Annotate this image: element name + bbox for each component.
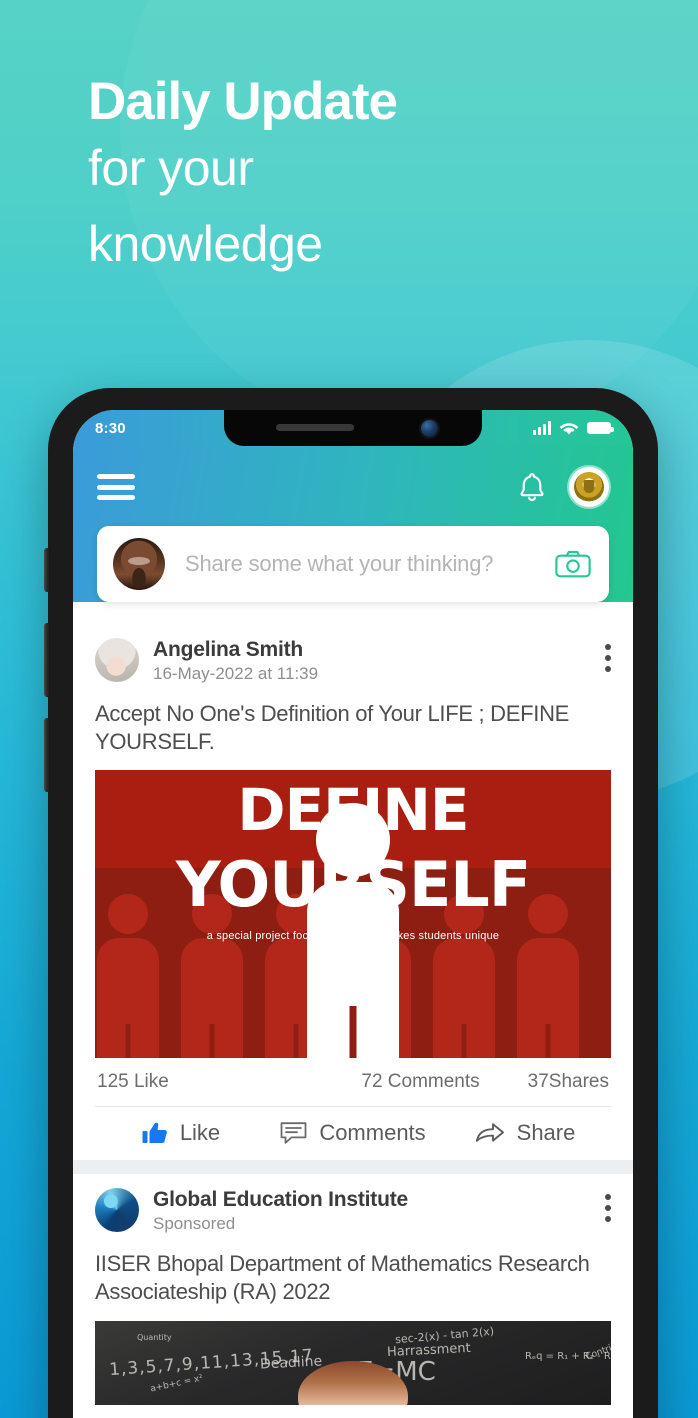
feed-post: Angelina Smith 16-May-2022 at 11:39 Acce… <box>73 624 633 1161</box>
share-arrow-icon <box>475 1123 504 1143</box>
front-camera-icon <box>421 420 438 437</box>
app-header: Share some what your thinking? <box>73 446 633 602</box>
thumbs-up-icon <box>142 1122 167 1143</box>
wifi-icon <box>559 422 579 434</box>
share-button-label: Share <box>516 1120 576 1146</box>
profile-crest-avatar[interactable] <box>569 467 609 507</box>
post-share-count[interactable]: 37Shares <box>528 1071 609 1093</box>
news-feed: Angelina Smith 16-May-2022 at 11:39 Acce… <box>73 624 633 1405</box>
status-bar-clock: 8:30 <box>95 419 126 437</box>
comments-button[interactable]: Comments <box>267 1120 439 1146</box>
global-education-logo[interactable] <box>95 1188 139 1233</box>
share-button[interactable]: Share <box>439 1120 611 1146</box>
signal-bars-icon <box>533 420 551 435</box>
post-header: Global Education Institute Sponsored <box>95 1188 611 1234</box>
crest-emblem-icon <box>574 472 604 502</box>
post-author-name[interactable]: Angelina Smith <box>153 638 605 662</box>
phone-mute-button[interactable] <box>44 548 50 592</box>
post-header: Angelina Smith 16-May-2022 at 11:39 <box>95 638 611 684</box>
post-image-blackboard[interactable]: Quantity 1,3,5,7,9,11,13,15,17 Deadline … <box>95 1320 611 1405</box>
post-action-bar: Like Comments Share <box>95 1106 611 1160</box>
post-stats: 125 Like 72 Comments 37Shares <box>95 1058 611 1106</box>
promo-headline: Daily Update for your knowledge <box>88 72 398 282</box>
post-author-name[interactable]: Global Education Institute <box>153 1188 605 1212</box>
post-comment-count[interactable]: 72 Comments <box>361 1071 479 1093</box>
like-button-label: Like <box>179 1120 221 1146</box>
chalk-text: Deadline <box>259 1353 323 1373</box>
angelina-avatar[interactable] <box>95 638 139 682</box>
user-avatar <box>113 538 165 590</box>
post-overflow-menu-icon[interactable] <box>605 1188 611 1223</box>
like-button[interactable]: Like <box>95 1120 267 1146</box>
phone-mockup: 8:30 Share some what your thinking? Ange… <box>44 388 658 1418</box>
notification-bell-icon[interactable] <box>517 471 547 504</box>
chalk-text: Quantity <box>137 1332 172 1342</box>
earpiece-speaker <box>276 424 354 431</box>
post-text: Accept No One's Definition of Your LIFE … <box>95 701 570 755</box>
feed-divider <box>73 1160 633 1175</box>
phone-screen: 8:30 Share some what your thinking? Ange… <box>73 410 633 1418</box>
post-overflow-menu-icon[interactable] <box>605 638 611 672</box>
post-image-highlighted-person <box>307 803 399 1059</box>
composer-placeholder[interactable]: Share some what your thinking? <box>165 551 555 577</box>
post-image-define-yourself[interactable]: DEFINE YOURSELF a special project focusi… <box>95 770 611 1059</box>
promo-headline-line3: knowledge <box>88 215 323 272</box>
comments-button-label: Comments <box>319 1120 426 1146</box>
status-bar-icons <box>533 420 614 436</box>
promo-headline-line2: for your <box>88 139 254 196</box>
promo-headline-line1: Daily Update <box>88 72 398 131</box>
feed-post-sponsored: Global Education Institute Sponsored IIS… <box>73 1174 633 1405</box>
post-text: IISER Bhopal Department of Mathematics R… <box>95 1251 590 1305</box>
comment-bubble-icon <box>280 1122 307 1145</box>
post-composer[interactable]: Share some what your thinking? <box>97 526 609 602</box>
camera-icon[interactable] <box>555 550 591 578</box>
phone-volume-down-button[interactable] <box>44 718 50 792</box>
phone-volume-up-button[interactable] <box>44 623 50 697</box>
phone-notch <box>224 410 482 446</box>
post-like-count[interactable]: 125 Like <box>97 1071 361 1093</box>
post-timestamp: 16-May-2022 at 11:39 <box>153 664 319 683</box>
hamburger-menu-icon[interactable] <box>97 474 135 500</box>
post-sponsored-label: Sponsored <box>153 1214 236 1234</box>
battery-icon <box>587 422 614 434</box>
